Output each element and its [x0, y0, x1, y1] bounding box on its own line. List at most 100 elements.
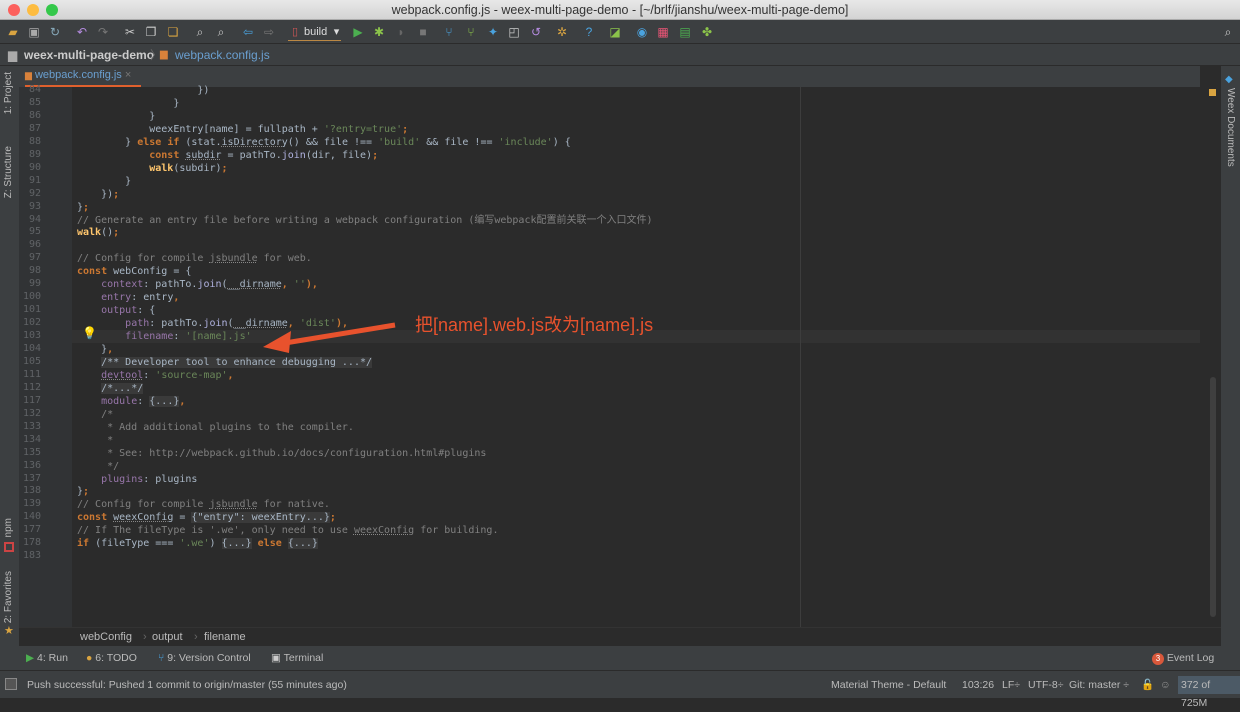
copy-icon[interactable]: ❐: [144, 25, 158, 39]
plugin-icon-4[interactable]: ✤: [700, 25, 714, 39]
settings-icon[interactable]: ✲: [555, 25, 569, 39]
line-number: 103: [22, 330, 41, 342]
event-count-badge: 3: [1152, 653, 1164, 665]
line-number: 135: [22, 446, 41, 458]
code-token: (): [101, 227, 114, 239]
code-token: walk: [149, 162, 174, 174]
paste-icon[interactable]: ❏: [166, 25, 180, 39]
file-encoding[interactable]: UTF-8÷: [1028, 671, 1064, 699]
folder-icon: ▆: [8, 48, 18, 62]
breadcrumb-separator: ›: [143, 631, 147, 643]
debug-icon[interactable]: ✱: [372, 25, 386, 39]
code-line: if (fileType === '.we') {...} else {...}: [77, 537, 318, 550]
plugin-icon-2[interactable]: ▦: [656, 25, 670, 39]
sync-icon[interactable]: ↻: [48, 25, 62, 39]
search-everywhere-icon[interactable]: ⌕: [1221, 25, 1235, 39]
lightbulb-icon[interactable]: 💡: [82, 326, 97, 340]
redo-icon[interactable]: ↷: [96, 25, 110, 39]
vcs-compare-icon[interactable]: ✦: [486, 25, 500, 39]
version-control-tool-button[interactable]: ⑂ 9: Version Control: [158, 646, 251, 670]
undo-icon[interactable]: ↶: [75, 25, 89, 39]
vcs-icon: ⑂: [158, 652, 165, 664]
cut-icon[interactable]: ✂: [123, 25, 137, 39]
line-number: 139: [22, 498, 41, 510]
breadcrumb-item[interactable]: filename: [204, 628, 246, 647]
coverage-icon[interactable]: ◗: [394, 25, 408, 39]
code-line: } else if (stat.isDirectory() && file !=…: [77, 136, 571, 149]
tool-weex-documents[interactable]: Weex Documents: [1225, 88, 1236, 167]
scrollbar-thumb[interactable]: [1210, 377, 1216, 617]
plugin-icon-3[interactable]: ▤: [678, 25, 692, 39]
lock-icon[interactable]: 🔓: [1141, 671, 1154, 699]
open-icon[interactable]: ▰: [6, 25, 20, 39]
back-icon[interactable]: ⇦: [241, 25, 255, 39]
tool-favorites[interactable]: 2: Favorites: [3, 571, 14, 623]
code-line: weexEntry[name] = fullpath + '?entry=tru…: [77, 123, 408, 136]
close-window-button[interactable]: [8, 4, 20, 16]
line-number: 99: [28, 278, 41, 290]
right-tool-strip: ◆ Weex Documents: [1221, 66, 1240, 672]
code-token: ;: [329, 512, 336, 524]
run-tool-button[interactable]: ▶ 4: Run: [26, 646, 68, 670]
code-token: : plugins: [143, 473, 198, 485]
vcs-commit-icon[interactable]: ⑂: [464, 25, 478, 39]
code-token: ): [209, 538, 222, 550]
maximize-window-button[interactable]: [46, 4, 58, 16]
editor-scrollbar[interactable]: [1205, 87, 1221, 627]
tool-npm[interactable]: npm: [3, 518, 14, 537]
tool-window-bar: ▶ 4: Run ● 6: TODO ⑂ 9: Version Control …: [0, 646, 1240, 670]
vcs-history-icon[interactable]: ◰: [507, 25, 521, 39]
line-number: 89: [28, 148, 41, 160]
find-icon[interactable]: ⌕: [193, 25, 207, 39]
theme-indicator[interactable]: Material Theme - Default: [831, 671, 946, 699]
code-token: ) {: [552, 136, 571, 148]
nav-file[interactable]: webpack.config.js: [175, 44, 270, 66]
replace-icon[interactable]: ⌕: [214, 25, 228, 39]
vcs-update-icon[interactable]: ⑂: [442, 25, 456, 39]
todo-tool-button[interactable]: ● 6: TODO: [86, 646, 137, 670]
run-config-select[interactable]: ▯ build ▾: [288, 23, 342, 41]
code-line: }: [77, 97, 179, 110]
code-line: // Config for compile jsbundle for web.: [77, 252, 312, 265]
code-token: devtool: [101, 369, 144, 381]
code-token: __dirname: [227, 279, 282, 291]
tool-project[interactable]: 1: Project: [3, 72, 14, 114]
run-icon[interactable]: ▶: [351, 25, 365, 39]
line-number: 132: [22, 407, 41, 419]
main-toolbar: ▰ ▣ ↻ ↶ ↷ ✂ ❐ ❏ ⌕ ⌕ ⇦ ⇨ ▯ build ▾ ▶ ✱ ◗ ■ …: [0, 20, 1240, 44]
code-token: walk: [77, 227, 102, 239]
code-token: : pathTo.: [143, 279, 198, 291]
revert-icon[interactable]: ↺: [529, 25, 543, 39]
caret-position[interactable]: 103:26: [962, 671, 994, 699]
event-log-button[interactable]: 3 Event Log: [1152, 646, 1214, 670]
save-icon[interactable]: ▣: [27, 25, 41, 39]
code-token: // Config for compile: [77, 253, 210, 265]
plugin-icon-1[interactable]: ◉: [635, 25, 649, 39]
forward-icon[interactable]: ⇨: [262, 25, 276, 39]
code-token: filename: [125, 331, 174, 343]
git-branch[interactable]: Git: master ÷: [1069, 671, 1129, 699]
tool-structure[interactable]: Z: Structure: [3, 146, 14, 198]
stop-icon[interactable]: ■: [416, 25, 430, 39]
status-message[interactable]: Push successful: Pushed 1 commit to orig…: [27, 671, 347, 699]
nav-project[interactable]: weex-multi-page-demo: [24, 44, 154, 66]
code-line: walk();: [77, 226, 119, 239]
code-line: output: {: [77, 304, 155, 317]
breadcrumb: webConfig › output › filename: [19, 627, 1221, 646]
line-separator[interactable]: LF÷: [1002, 671, 1020, 699]
terminal-tool-button[interactable]: ▣ Terminal: [271, 646, 323, 670]
breadcrumb-item[interactable]: output: [152, 628, 183, 647]
tab-close-icon[interactable]: ×: [125, 69, 131, 81]
code-token: isDirectory: [221, 136, 288, 148]
help-icon[interactable]: ?: [582, 25, 596, 39]
minimize-window-button[interactable]: [27, 4, 39, 16]
star-icon: ★: [4, 625, 14, 637]
toggle-tool-windows-icon[interactable]: [5, 678, 17, 690]
inspector-icon[interactable]: ☺: [1160, 671, 1171, 699]
sdk-icon[interactable]: ◪: [608, 25, 622, 39]
memory-indicator[interactable]: 372 of 725M: [1178, 676, 1240, 709]
code-token: for building.: [414, 525, 499, 537]
breadcrumb-item[interactable]: webConfig: [80, 628, 132, 647]
